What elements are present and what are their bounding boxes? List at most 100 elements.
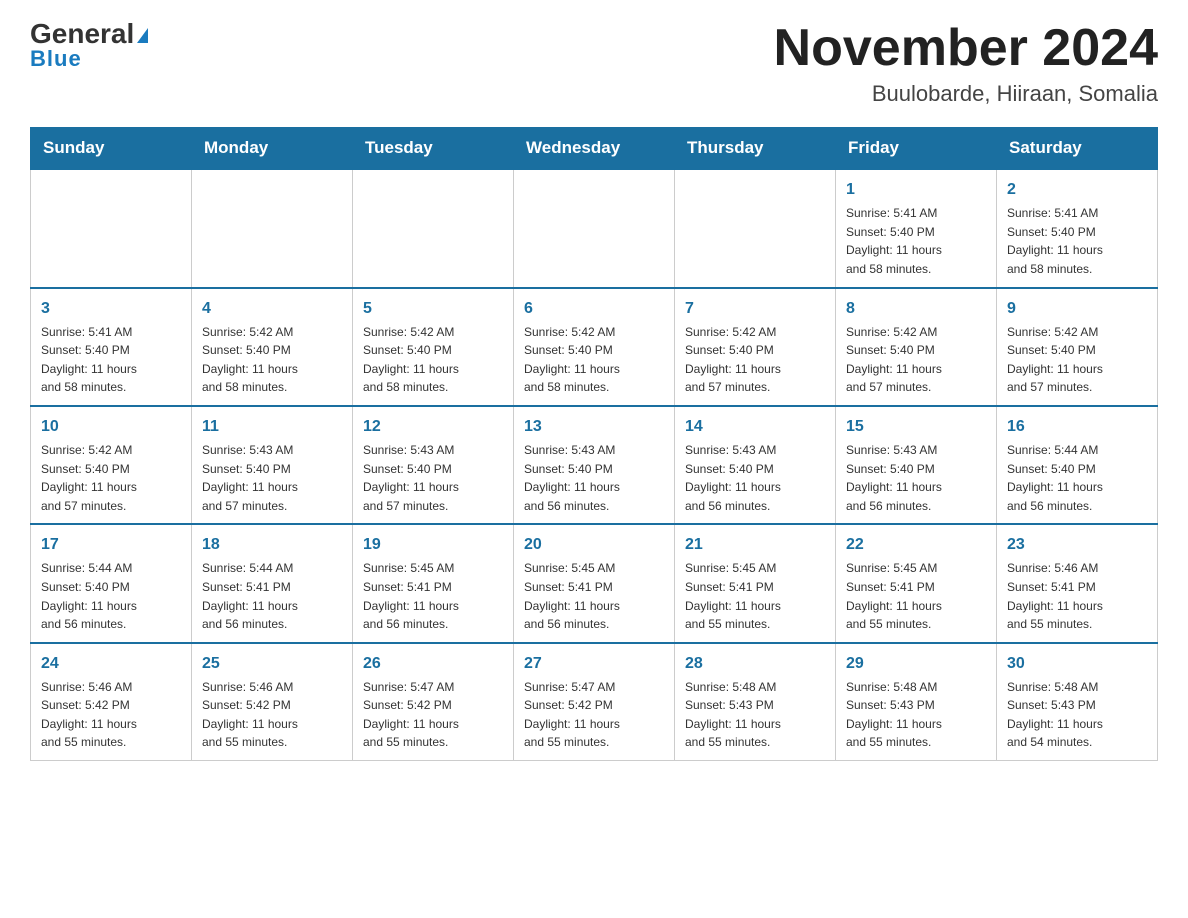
day-info: Sunrise: 5:45 AM Sunset: 5:41 PM Dayligh… xyxy=(685,559,825,633)
calendar-cell: 17Sunrise: 5:44 AM Sunset: 5:40 PM Dayli… xyxy=(31,524,192,642)
calendar-cell: 11Sunrise: 5:43 AM Sunset: 5:40 PM Dayli… xyxy=(192,406,353,524)
calendar-cell: 27Sunrise: 5:47 AM Sunset: 5:42 PM Dayli… xyxy=(514,643,675,761)
col-header-monday: Monday xyxy=(192,128,353,170)
calendar-cell: 14Sunrise: 5:43 AM Sunset: 5:40 PM Dayli… xyxy=(675,406,836,524)
calendar-cell: 20Sunrise: 5:45 AM Sunset: 5:41 PM Dayli… xyxy=(514,524,675,642)
calendar-cell: 5Sunrise: 5:42 AM Sunset: 5:40 PM Daylig… xyxy=(353,288,514,406)
calendar-cell: 8Sunrise: 5:42 AM Sunset: 5:40 PM Daylig… xyxy=(836,288,997,406)
day-number: 19 xyxy=(363,533,503,557)
day-info: Sunrise: 5:48 AM Sunset: 5:43 PM Dayligh… xyxy=(685,678,825,752)
day-info: Sunrise: 5:43 AM Sunset: 5:40 PM Dayligh… xyxy=(524,441,664,515)
calendar-cell: 16Sunrise: 5:44 AM Sunset: 5:40 PM Dayli… xyxy=(997,406,1158,524)
calendar-cell: 2Sunrise: 5:41 AM Sunset: 5:40 PM Daylig… xyxy=(997,169,1158,287)
calendar-cell xyxy=(514,169,675,287)
day-info: Sunrise: 5:41 AM Sunset: 5:40 PM Dayligh… xyxy=(846,204,986,278)
day-info: Sunrise: 5:46 AM Sunset: 5:41 PM Dayligh… xyxy=(1007,559,1147,633)
page-header: General Blue November 2024 Buulobarde, H… xyxy=(30,20,1158,107)
month-title: November 2024 xyxy=(774,20,1158,77)
day-info: Sunrise: 5:48 AM Sunset: 5:43 PM Dayligh… xyxy=(846,678,986,752)
calendar-cell: 28Sunrise: 5:48 AM Sunset: 5:43 PM Dayli… xyxy=(675,643,836,761)
calendar-cell: 26Sunrise: 5:47 AM Sunset: 5:42 PM Dayli… xyxy=(353,643,514,761)
week-row-4: 17Sunrise: 5:44 AM Sunset: 5:40 PM Dayli… xyxy=(31,524,1158,642)
day-number: 25 xyxy=(202,652,342,676)
day-number: 23 xyxy=(1007,533,1147,557)
week-row-2: 3Sunrise: 5:41 AM Sunset: 5:40 PM Daylig… xyxy=(31,288,1158,406)
day-info: Sunrise: 5:45 AM Sunset: 5:41 PM Dayligh… xyxy=(363,559,503,633)
calendar-cell: 6Sunrise: 5:42 AM Sunset: 5:40 PM Daylig… xyxy=(514,288,675,406)
day-info: Sunrise: 5:41 AM Sunset: 5:40 PM Dayligh… xyxy=(1007,204,1147,278)
calendar-cell: 15Sunrise: 5:43 AM Sunset: 5:40 PM Dayli… xyxy=(836,406,997,524)
calendar-cell: 21Sunrise: 5:45 AM Sunset: 5:41 PM Dayli… xyxy=(675,524,836,642)
calendar-cell: 7Sunrise: 5:42 AM Sunset: 5:40 PM Daylig… xyxy=(675,288,836,406)
day-number: 14 xyxy=(685,415,825,439)
calendar-cell: 30Sunrise: 5:48 AM Sunset: 5:43 PM Dayli… xyxy=(997,643,1158,761)
calendar-cell: 19Sunrise: 5:45 AM Sunset: 5:41 PM Dayli… xyxy=(353,524,514,642)
day-info: Sunrise: 5:41 AM Sunset: 5:40 PM Dayligh… xyxy=(41,323,181,397)
col-header-saturday: Saturday xyxy=(997,128,1158,170)
day-info: Sunrise: 5:46 AM Sunset: 5:42 PM Dayligh… xyxy=(41,678,181,752)
day-number: 6 xyxy=(524,297,664,321)
calendar-cell: 10Sunrise: 5:42 AM Sunset: 5:40 PM Dayli… xyxy=(31,406,192,524)
day-info: Sunrise: 5:42 AM Sunset: 5:40 PM Dayligh… xyxy=(41,441,181,515)
day-number: 8 xyxy=(846,297,986,321)
day-number: 2 xyxy=(1007,178,1147,202)
day-number: 11 xyxy=(202,415,342,439)
day-info: Sunrise: 5:44 AM Sunset: 5:40 PM Dayligh… xyxy=(1007,441,1147,515)
day-info: Sunrise: 5:42 AM Sunset: 5:40 PM Dayligh… xyxy=(685,323,825,397)
calendar-cell: 23Sunrise: 5:46 AM Sunset: 5:41 PM Dayli… xyxy=(997,524,1158,642)
logo-blue: Blue xyxy=(30,46,82,72)
day-info: Sunrise: 5:42 AM Sunset: 5:40 PM Dayligh… xyxy=(524,323,664,397)
week-row-5: 24Sunrise: 5:46 AM Sunset: 5:42 PM Dayli… xyxy=(31,643,1158,761)
day-number: 22 xyxy=(846,533,986,557)
day-number: 10 xyxy=(41,415,181,439)
day-info: Sunrise: 5:46 AM Sunset: 5:42 PM Dayligh… xyxy=(202,678,342,752)
location-title: Buulobarde, Hiiraan, Somalia xyxy=(774,81,1158,107)
day-number: 5 xyxy=(363,297,503,321)
day-number: 30 xyxy=(1007,652,1147,676)
col-header-wednesday: Wednesday xyxy=(514,128,675,170)
day-number: 26 xyxy=(363,652,503,676)
day-info: Sunrise: 5:44 AM Sunset: 5:40 PM Dayligh… xyxy=(41,559,181,633)
calendar-cell xyxy=(353,169,514,287)
day-number: 9 xyxy=(1007,297,1147,321)
calendar-cell xyxy=(31,169,192,287)
calendar-cell: 25Sunrise: 5:46 AM Sunset: 5:42 PM Dayli… xyxy=(192,643,353,761)
day-number: 18 xyxy=(202,533,342,557)
day-info: Sunrise: 5:47 AM Sunset: 5:42 PM Dayligh… xyxy=(363,678,503,752)
day-number: 20 xyxy=(524,533,664,557)
day-info: Sunrise: 5:47 AM Sunset: 5:42 PM Dayligh… xyxy=(524,678,664,752)
col-header-friday: Friday xyxy=(836,128,997,170)
title-section: November 2024 Buulobarde, Hiiraan, Somal… xyxy=(774,20,1158,107)
calendar-cell: 13Sunrise: 5:43 AM Sunset: 5:40 PM Dayli… xyxy=(514,406,675,524)
calendar-cell: 24Sunrise: 5:46 AM Sunset: 5:42 PM Dayli… xyxy=(31,643,192,761)
calendar-table: SundayMondayTuesdayWednesdayThursdayFrid… xyxy=(30,127,1158,761)
calendar-header-row: SundayMondayTuesdayWednesdayThursdayFrid… xyxy=(31,128,1158,170)
col-header-thursday: Thursday xyxy=(675,128,836,170)
day-info: Sunrise: 5:42 AM Sunset: 5:40 PM Dayligh… xyxy=(1007,323,1147,397)
calendar-cell xyxy=(192,169,353,287)
col-header-sunday: Sunday xyxy=(31,128,192,170)
day-info: Sunrise: 5:43 AM Sunset: 5:40 PM Dayligh… xyxy=(202,441,342,515)
calendar-cell: 12Sunrise: 5:43 AM Sunset: 5:40 PM Dayli… xyxy=(353,406,514,524)
col-header-tuesday: Tuesday xyxy=(353,128,514,170)
day-info: Sunrise: 5:44 AM Sunset: 5:41 PM Dayligh… xyxy=(202,559,342,633)
day-number: 7 xyxy=(685,297,825,321)
day-info: Sunrise: 5:42 AM Sunset: 5:40 PM Dayligh… xyxy=(846,323,986,397)
calendar-cell: 4Sunrise: 5:42 AM Sunset: 5:40 PM Daylig… xyxy=(192,288,353,406)
day-number: 29 xyxy=(846,652,986,676)
day-number: 4 xyxy=(202,297,342,321)
calendar-cell: 1Sunrise: 5:41 AM Sunset: 5:40 PM Daylig… xyxy=(836,169,997,287)
day-number: 1 xyxy=(846,178,986,202)
day-info: Sunrise: 5:43 AM Sunset: 5:40 PM Dayligh… xyxy=(363,441,503,515)
calendar-cell xyxy=(675,169,836,287)
calendar-cell: 18Sunrise: 5:44 AM Sunset: 5:41 PM Dayli… xyxy=(192,524,353,642)
week-row-1: 1Sunrise: 5:41 AM Sunset: 5:40 PM Daylig… xyxy=(31,169,1158,287)
calendar-cell: 3Sunrise: 5:41 AM Sunset: 5:40 PM Daylig… xyxy=(31,288,192,406)
week-row-3: 10Sunrise: 5:42 AM Sunset: 5:40 PM Dayli… xyxy=(31,406,1158,524)
calendar-cell: 9Sunrise: 5:42 AM Sunset: 5:40 PM Daylig… xyxy=(997,288,1158,406)
day-number: 17 xyxy=(41,533,181,557)
calendar-cell: 29Sunrise: 5:48 AM Sunset: 5:43 PM Dayli… xyxy=(836,643,997,761)
day-number: 3 xyxy=(41,297,181,321)
calendar-cell: 22Sunrise: 5:45 AM Sunset: 5:41 PM Dayli… xyxy=(836,524,997,642)
day-info: Sunrise: 5:42 AM Sunset: 5:40 PM Dayligh… xyxy=(202,323,342,397)
